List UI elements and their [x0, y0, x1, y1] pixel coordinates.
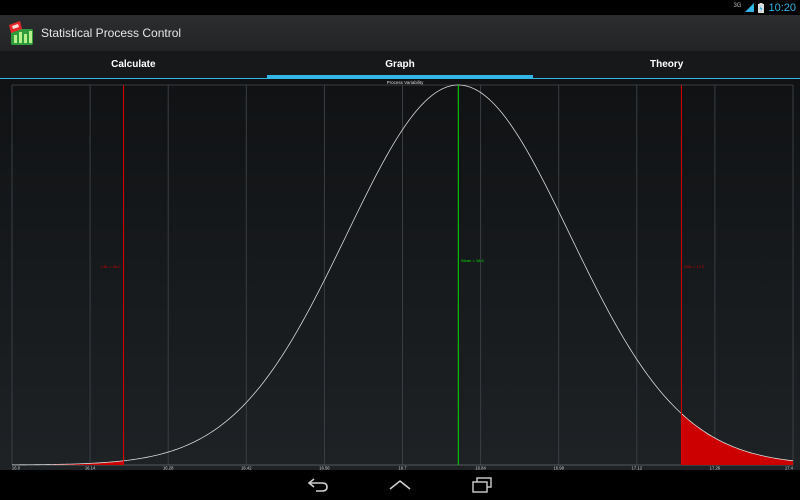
tab-graph[interactable]: Graph [266, 51, 534, 79]
back-icon [307, 478, 328, 492]
chart-svg: LSL = 16.2 Mean = 16.8 USL = 17.2 Process V… [11, 80, 794, 470]
spc-app-icon[interactable] [8, 19, 36, 47]
network-type: 3G [733, 2, 742, 9]
app-title: Statistical Process Control [41, 26, 182, 40]
status-bar: 3G 10:20 [0, 0, 800, 15]
back-button[interactable] [306, 475, 330, 495]
tab-calculate[interactable]: Calculate [0, 51, 267, 78]
action-bar: Statistical Process Control [0, 15, 800, 51]
recents-icon [472, 477, 492, 493]
home-button[interactable] [388, 475, 412, 495]
status-clock: 10:20 [768, 1, 796, 14]
process-variability-chart: LSL = 16.2 Mean = 16.8 USL = 17.2 Process V… [0, 79, 800, 470]
tab-graph-label: Graph [385, 59, 415, 70]
home-icon [389, 479, 411, 490]
signal-icon [745, 3, 755, 12]
navigation-bar [0, 470, 800, 500]
recents-button[interactable] [470, 475, 494, 495]
chart-title: Process Variability [387, 80, 424, 85]
tab-theory-label: Theory [650, 59, 684, 70]
tab-bar: Calculate Graph Theory [0, 51, 800, 79]
status-icons: 3G 10:20 [733, 0, 796, 15]
lsl-label: LSL = 16.2 [101, 264, 121, 269]
tab-theory[interactable]: Theory [533, 51, 800, 78]
usl-label: USL = 17.2 [684, 264, 705, 269]
upper-tail-area [681, 413, 793, 465]
tab-calculate-label: Calculate [111, 59, 156, 70]
battery-icon [758, 2, 765, 13]
mean-label: Mean = 16.8 [461, 258, 484, 263]
